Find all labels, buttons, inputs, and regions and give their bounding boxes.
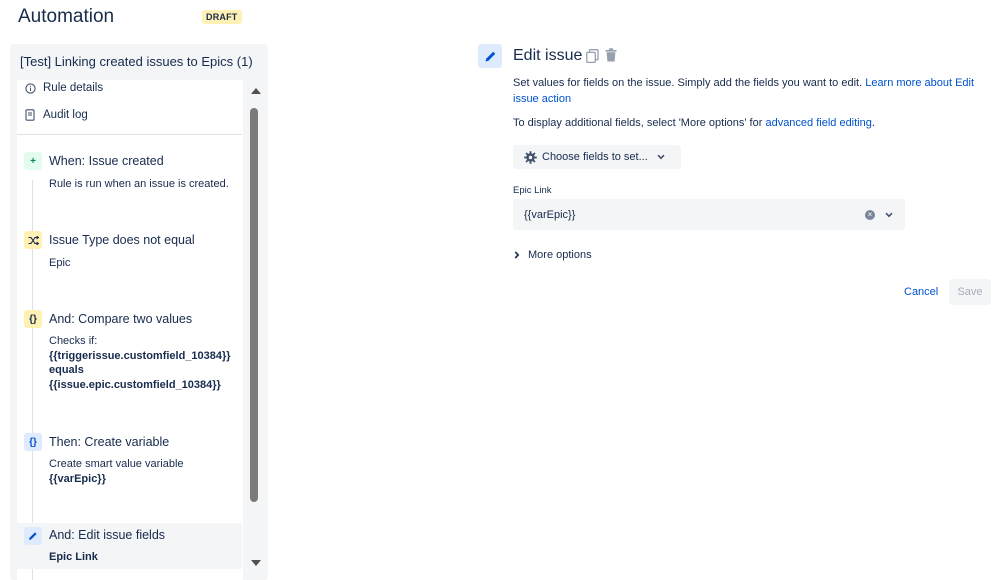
step-description-prefix: Checks if:	[49, 335, 98, 347]
step-condition-compare[interactable]: {} And: Compare two values Checks if: {{…	[17, 310, 242, 392]
choose-fields-button[interactable]: Choose fields to set...	[513, 145, 681, 169]
copy-icon[interactable]	[586, 49, 599, 68]
step-title: And: Edit issue fields	[49, 528, 166, 542]
compare-operator: equals	[49, 364, 84, 376]
info-icon	[17, 82, 43, 94]
hint-suffix: .	[871, 117, 875, 129]
more-options-label: More options	[528, 249, 592, 261]
rule-details-label: Rule details	[43, 82, 104, 94]
draft-badge: DRAFT	[202, 10, 242, 24]
compare-value-2: {{issue.epic.customfield_10384}}	[49, 378, 221, 391]
step-list-scrollbar[interactable]	[250, 84, 262, 570]
save-button[interactable]: Save	[949, 279, 991, 305]
page-title: Automation	[18, 6, 115, 27]
braces-icon: {}	[24, 310, 42, 328]
compare-value-1: {{triggerissue.customfield_10384}}	[49, 349, 231, 362]
document-icon	[17, 109, 43, 121]
step-description-text: Create smart value variable	[49, 458, 184, 470]
choose-fields-label: Choose fields to set...	[542, 151, 648, 163]
rule-panel: [Test] Linking created issues to Epics (…	[10, 44, 268, 580]
step-trigger[interactable]: + When: Issue created Rule is run when a…	[17, 152, 242, 202]
pencil-icon	[478, 44, 502, 68]
shuffle-icon	[24, 231, 42, 249]
cancel-button[interactable]: Cancel	[904, 286, 938, 298]
description-text: Set values for fields on the issue. Simp…	[513, 77, 863, 89]
chevron-down-icon	[657, 154, 665, 160]
component-title: Edit issue	[513, 47, 583, 64]
braces-icon: {}	[24, 433, 42, 451]
trash-icon[interactable]	[605, 48, 617, 67]
scroll-up-arrow-icon[interactable]	[251, 88, 261, 94]
epic-link-label: Epic Link	[513, 185, 552, 196]
audit-log-label: Audit log	[43, 109, 88, 121]
additional-fields-hint: To display additional fields, select 'Mo…	[513, 117, 875, 129]
step-action-create-variable[interactable]: {} Then: Create variable Create smart va…	[17, 433, 242, 489]
component-description: Set values for fields on the issue. Simp…	[513, 76, 983, 107]
rule-name: [Test] Linking created issues to Epics (…	[20, 54, 253, 69]
step-description: Rule is run when an issue is created.	[49, 178, 229, 190]
advanced-field-editing-link[interactable]: advanced field editing	[765, 117, 871, 129]
scrollbar-thumb[interactable]	[250, 108, 258, 502]
chevron-right-icon	[514, 251, 520, 259]
rule-step-list: Rule details Audit log + When: Issue cre…	[17, 80, 243, 580]
step-title: Then: Create variable	[49, 435, 170, 449]
divider	[17, 134, 242, 135]
step-description: Create smart value variable {{varEpic}}	[49, 457, 184, 486]
step-title: When: Issue created	[49, 154, 164, 168]
pencil-icon	[24, 527, 42, 545]
audit-log-link[interactable]: Audit log	[17, 109, 88, 121]
step-title: Issue Type does not equal	[49, 233, 195, 247]
step-condition-issue-type[interactable]: Issue Type does not equal Epic	[17, 231, 242, 281]
clear-icon[interactable]: ×	[865, 209, 875, 220]
step-description: Checks if: {{triggerissue.customfield_10…	[49, 334, 231, 392]
hint-text: To display additional fields, select 'Mo…	[513, 117, 763, 129]
gear-icon	[524, 150, 537, 164]
edited-field-name: Epic Link	[49, 551, 98, 563]
step-description: Epic	[49, 257, 71, 269]
epic-link-select[interactable]: {{varEpic}} ×	[513, 199, 905, 230]
step-title: And: Compare two values	[49, 312, 193, 326]
epic-link-value: {{varEpic}}	[524, 208, 576, 221]
plus-icon: +	[24, 152, 42, 170]
scroll-down-arrow-icon[interactable]	[251, 560, 261, 566]
step-action-edit-issue[interactable]: And: Edit issue fields Epic Link	[17, 523, 242, 569]
chevron-down-icon[interactable]	[885, 212, 893, 218]
variable-name: {{varEpic}}	[49, 472, 106, 485]
more-options-toggle[interactable]: More options	[514, 249, 592, 261]
rule-details-link[interactable]: Rule details	[17, 82, 103, 94]
step-description: Epic Link	[49, 550, 98, 565]
